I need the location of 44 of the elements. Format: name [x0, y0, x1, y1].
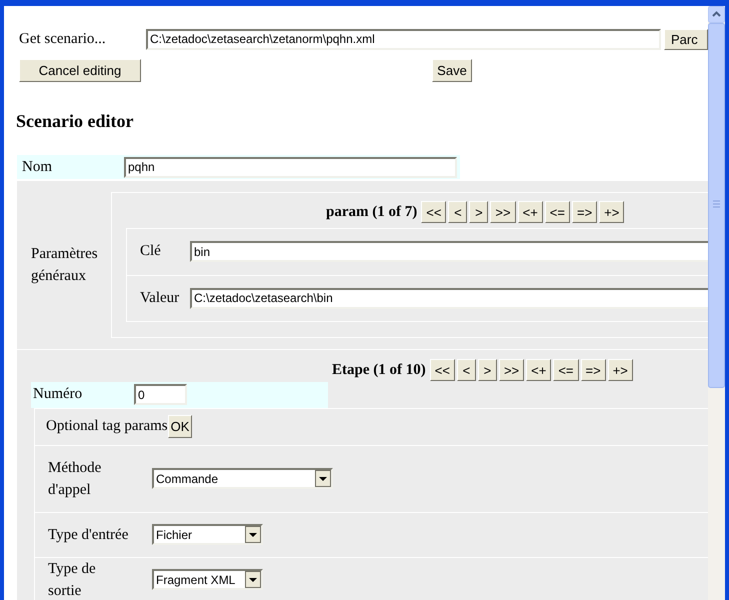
nav-button[interactable]: <=: [544, 201, 570, 224]
field-label: Valeur: [140, 288, 180, 308]
field-label: Type d'entrée: [48, 526, 130, 544]
dropdown[interactable]: Fragment XML: [152, 569, 263, 590]
nav-button[interactable]: =>: [580, 359, 606, 382]
nav-button[interactable]: <+: [518, 201, 543, 224]
field-label: Méthode d'appel: [48, 458, 102, 500]
text-field[interactable]: bin: [190, 241, 708, 262]
navigator-title: Etape (1 of 10): [332, 361, 426, 380]
save-button[interactable]: Save: [432, 59, 472, 82]
scroll-up-icon[interactable]: [708, 6, 725, 23]
nav-button[interactable]: >>: [498, 359, 524, 382]
browse-button[interactable]: Parc: [664, 28, 708, 50]
nav-button[interactable]: >: [478, 359, 497, 382]
nav-button[interactable]: <<: [421, 201, 446, 224]
field-label: Get scenario...: [19, 30, 107, 49]
scroll-thumb[interactable]: [708, 23, 725, 388]
field-label: Optional tag params: [46, 417, 168, 436]
text-field[interactable]: C:\zetadoc\zetasearch\bin: [190, 288, 708, 308]
number-field[interactable]: 0: [134, 384, 187, 405]
name-field[interactable]: pqhn: [124, 156, 457, 178]
field-label: Type de sortie: [48, 560, 97, 600]
field-label: Nom: [21, 158, 53, 177]
path-field[interactable]: C:\zetadoc\zetasearch\zetanorm\pqhn.xml: [146, 28, 661, 50]
scrollbar[interactable]: [708, 6, 725, 600]
nav-button[interactable]: =>: [572, 201, 598, 224]
nav-button[interactable]: >>: [490, 201, 516, 224]
nav-button[interactable]: +>: [608, 359, 633, 382]
nav-button[interactable]: +>: [599, 201, 624, 224]
nav-button[interactable]: <=: [553, 359, 578, 382]
group-label: Paramètres généraux: [30, 245, 99, 286]
nav-button[interactable]: <: [448, 201, 468, 224]
nav-button[interactable]: >: [469, 201, 488, 224]
navigator-title: param (1 of 7): [326, 203, 418, 222]
cancel-editing-button[interactable]: Cancel editing: [19, 59, 141, 82]
dropdown[interactable]: Commande: [152, 468, 333, 489]
dropdown[interactable]: Fichier: [152, 524, 263, 545]
ok-button[interactable]: OK: [168, 415, 192, 438]
nav-button[interactable]: <+: [526, 359, 552, 382]
nav-button[interactable]: <<: [430, 359, 455, 382]
field-label: Clé: [140, 242, 162, 262]
section-heading: Scenario editor: [15, 110, 134, 133]
field-label: Numéro: [32, 385, 84, 404]
nav-button[interactable]: <: [456, 359, 476, 382]
